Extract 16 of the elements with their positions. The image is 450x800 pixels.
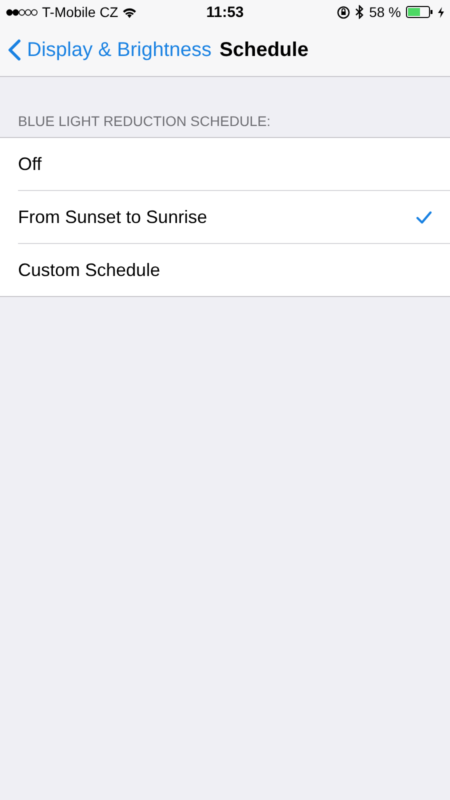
clock-time: 11:53 — [206, 4, 244, 20]
battery-icon — [406, 6, 434, 18]
battery-percentage: 58 % — [369, 4, 402, 20]
section-header: BLUE LIGHT REDUCTION SCHEDULE: — [17, 112, 272, 131]
carrier-name: T-Mobile CZ — [42, 4, 118, 20]
back-button[interactable]: Display & Brightness — [8, 38, 212, 62]
page-title: Schedule — [220, 38, 308, 62]
option-label[interactable]: From Sunset to Sunrise — [18, 206, 416, 228]
back-chevron-icon — [8, 39, 21, 61]
option-label[interactable]: Off — [18, 154, 432, 174]
wifi-icon — [122, 6, 138, 18]
bluetooth-icon — [355, 5, 364, 19]
signal-icon — [6, 8, 38, 16]
option-label[interactable]: Custom Schedule — [18, 260, 432, 280]
charging-bolt-icon — [438, 6, 444, 18]
rotation-lock-icon — [337, 6, 350, 18]
